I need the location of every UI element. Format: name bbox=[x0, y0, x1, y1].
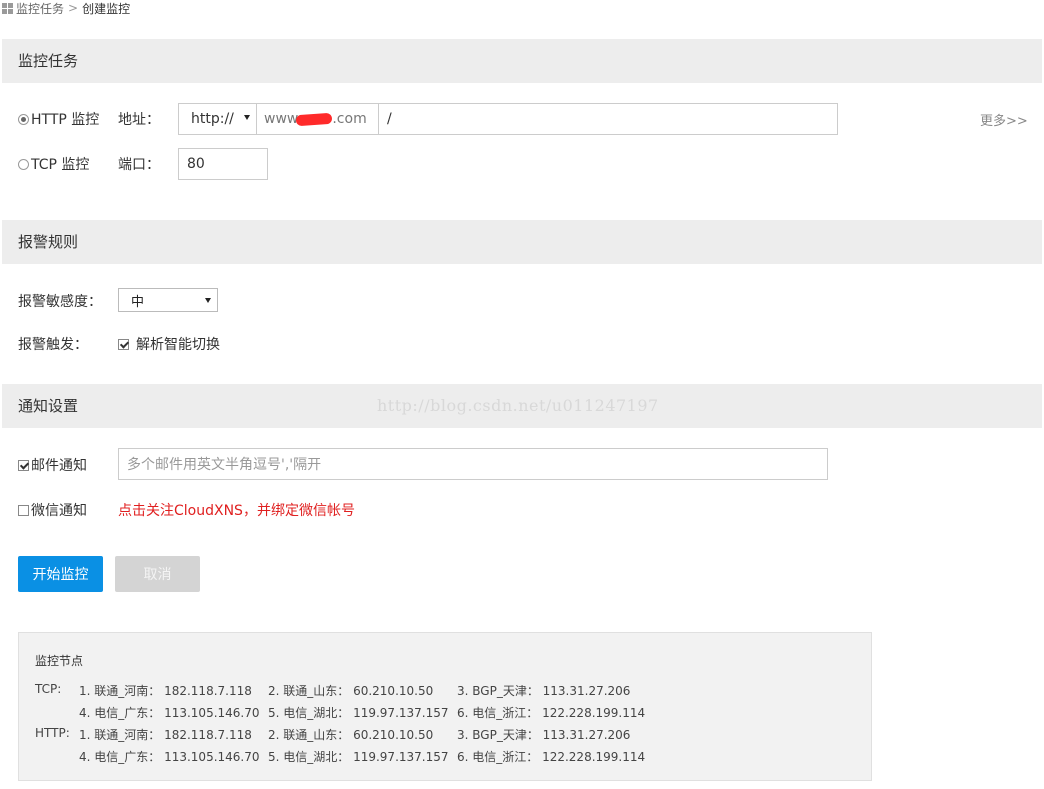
tcp-node-item: 4. 电信_广东： 113.105.146.70 bbox=[79, 706, 260, 720]
tcp-node-item: 1. 联通_河南： 182.118.7.118 bbox=[79, 684, 252, 698]
tcp-node-item: 2. 联通_山东： 60.210.10.50 bbox=[268, 684, 434, 698]
domain-suffix: .com bbox=[332, 111, 367, 127]
http-monitor-radio[interactable]: HTTP 监控 bbox=[18, 109, 99, 129]
tcp-node-item: 5. 电信_湖北： 119.97.137.157 bbox=[268, 706, 449, 720]
port-value: 80 bbox=[187, 156, 205, 172]
domain-input[interactable]: www .com bbox=[257, 104, 379, 134]
http-node-item: 5. 电信_湖北： 119.97.137.157 bbox=[268, 750, 449, 764]
port-label: 端口： bbox=[118, 157, 160, 173]
http-node-item: 4. 电信_广东： 113.105.146.70 bbox=[79, 750, 260, 764]
monitor-nodes-panel: 监控节点 TCP: 1. 联通_河南： 182.118.7.118 2. 联通_… bbox=[18, 632, 872, 781]
http-monitor-label: HTTP 监控 bbox=[31, 112, 100, 128]
wechat-follow-link[interactable]: 点击关注CloudXNS，并绑定微信帐号 bbox=[118, 500, 355, 520]
smart-switch-label: 解析智能切换 bbox=[136, 337, 220, 353]
radio-unselected-icon bbox=[18, 158, 29, 170]
http-node-item: 3. BGP_天津： 113.31.27.206 bbox=[457, 728, 631, 742]
breadcrumb-parent-link[interactable]: 监控任务 bbox=[16, 0, 64, 17]
url-input-group: http:// www .com / bbox=[178, 103, 838, 135]
start-monitor-button[interactable]: 开始监控 bbox=[18, 556, 103, 592]
breadcrumb-current: 创建监控 bbox=[82, 1, 131, 16]
tcp-monitor-radio[interactable]: TCP 监控 bbox=[18, 154, 89, 174]
sensitivity-label: 报警敏感度： bbox=[18, 294, 102, 310]
http-nodes-label: HTTP: bbox=[35, 726, 70, 740]
port-input[interactable]: 80 bbox=[178, 148, 268, 180]
section-header-alert-rules: 报警规则 bbox=[2, 220, 1042, 264]
protocol-value: http:// bbox=[191, 111, 234, 127]
redaction-mark bbox=[296, 112, 333, 126]
radio-selected-icon bbox=[18, 113, 29, 125]
wechat-notify-label: 微信通知 bbox=[31, 503, 87, 519]
cancel-button[interactable]: 取消 bbox=[115, 556, 200, 592]
checkbox-unchecked-icon bbox=[18, 504, 29, 516]
email-notify-checkbox[interactable]: 邮件通知 bbox=[18, 455, 87, 475]
caret-down-icon bbox=[205, 298, 211, 303]
tcp-nodes-label: TCP: bbox=[35, 682, 62, 696]
email-notify-label: 邮件通知 bbox=[31, 458, 87, 474]
nodes-title: 监控节点 bbox=[35, 654, 84, 668]
path-value: / bbox=[387, 111, 392, 127]
checkbox-checked-icon bbox=[118, 338, 129, 350]
wechat-notify-checkbox[interactable]: 微信通知 bbox=[18, 500, 87, 520]
protocol-select[interactable]: http:// bbox=[179, 104, 257, 134]
smart-switch-checkbox[interactable]: 解析智能切换 bbox=[118, 334, 220, 354]
http-node-item: 6. 电信_浙江： 122.228.199.114 bbox=[457, 750, 646, 764]
tcp-node-item: 3. BGP_天津： 113.31.27.206 bbox=[457, 684, 631, 698]
sensitivity-select[interactable]: 中 bbox=[118, 288, 218, 312]
checkbox-checked-icon bbox=[18, 459, 29, 471]
domain-prefix: www bbox=[264, 111, 299, 127]
tcp-monitor-label: TCP 监控 bbox=[31, 157, 90, 173]
path-input[interactable]: / bbox=[379, 104, 837, 134]
caret-down-icon bbox=[244, 115, 250, 120]
more-link[interactable]: 更多>> bbox=[980, 110, 1028, 129]
watermark: http://blog.csdn.net/u011247197 bbox=[377, 396, 659, 415]
grid-icon bbox=[2, 2, 13, 14]
address-label: 地址： bbox=[118, 112, 160, 128]
trigger-label: 报警触发： bbox=[18, 337, 88, 353]
email-input[interactable]: 多个邮件用英文半角逗号','隔开 bbox=[118, 448, 828, 480]
email-placeholder: 多个邮件用英文半角逗号','隔开 bbox=[127, 457, 322, 473]
http-node-item: 1. 联通_河南： 182.118.7.118 bbox=[79, 728, 252, 742]
sensitivity-value: 中 bbox=[131, 294, 145, 310]
chevron-right-icon: > bbox=[68, 1, 79, 15]
section-header-monitor-task: 监控任务 bbox=[2, 39, 1042, 83]
http-node-item: 2. 联通_山东： 60.210.10.50 bbox=[268, 728, 434, 742]
tcp-node-item: 6. 电信_浙江： 122.228.199.114 bbox=[457, 706, 646, 720]
breadcrumb: 监控任务 > 创建监控 bbox=[2, 0, 130, 16]
